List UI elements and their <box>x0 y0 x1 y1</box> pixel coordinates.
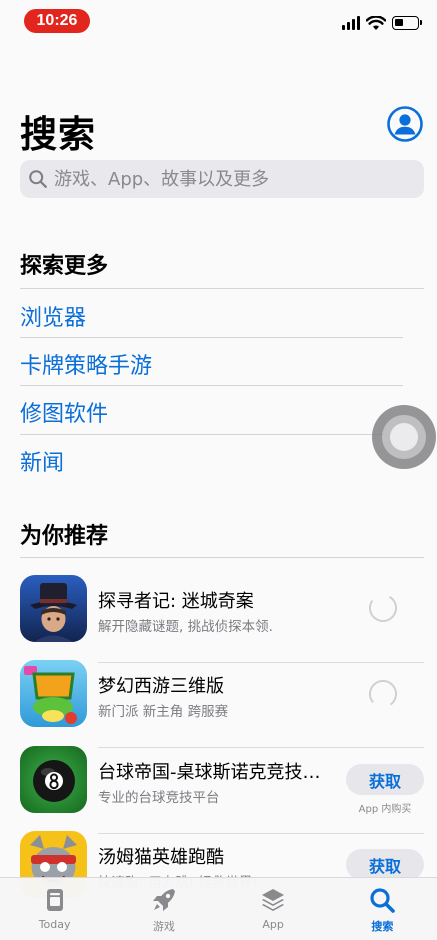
app-row-detective[interactable]: 探寻者记: 迷城奇案 解开隐藏谜题, 挑战侦探本领. <box>20 575 424 663</box>
tab-games[interactable]: 游戏 <box>109 878 218 940</box>
recommended-divider <box>20 557 424 558</box>
app-name: 台球帝国-桌球斯诺克竞技… <box>98 762 321 783</box>
battery-icon <box>392 16 422 30</box>
tab-bar: Today 游戏 App 搜索 <box>0 877 437 940</box>
page-title: 搜索 <box>20 113 96 156</box>
app-subtitle: 专业的台球竞技平台 <box>98 790 220 806</box>
explore-item-divider <box>20 434 403 435</box>
app-subtitle: 解开隐藏谜题, 挑战侦探本领. <box>98 619 273 635</box>
explore-item-browser[interactable]: 浏览器 <box>20 300 86 332</box>
search-bar[interactable] <box>20 160 424 198</box>
today-icon <box>46 889 63 911</box>
explore-item-photo-editor[interactable]: 修图软件 <box>20 396 108 428</box>
get-button[interactable]: 获取 <box>346 849 424 880</box>
app-name: 探寻者记: 迷城奇案 <box>98 591 254 612</box>
search-icon <box>29 170 47 188</box>
assistive-touch-button[interactable] <box>372 405 436 469</box>
app-name: 梦幻西游三维版 <box>98 676 224 697</box>
status-icons <box>342 12 422 34</box>
status-time[interactable]: 10:26 <box>24 9 90 33</box>
tab-apps[interactable]: App <box>219 878 328 940</box>
in-app-purchase-note: App 内购买 <box>358 804 412 815</box>
tab-label: Today <box>38 918 71 931</box>
app-icon-detective[interactable] <box>20 575 87 642</box>
app-row-billiards[interactable]: 台球帝国-桌球斯诺克竞技… 专业的台球竞技平台 获取 App 内购买 <box>20 746 424 834</box>
tab-label: 搜索 <box>371 920 394 933</box>
explore-divider <box>20 288 424 289</box>
tab-label: 游戏 <box>152 920 175 933</box>
status-bar: 10:26 <box>0 0 437 44</box>
rocket-icon <box>152 889 175 911</box>
get-button[interactable]: 获取 <box>346 764 424 795</box>
explore-section-title: 探索更多 <box>20 254 109 279</box>
app-subtitle: 新门派 新主角 跨服赛 <box>98 704 229 720</box>
app-stack-icon <box>262 889 285 911</box>
app-name: 汤姆猫英雄跑酷 <box>98 847 224 868</box>
recommended-section-title: 为你推荐 <box>20 524 109 549</box>
explore-item-divider <box>20 337 403 338</box>
app-icon-billiards[interactable] <box>20 746 87 813</box>
explore-item-news[interactable]: 新闻 <box>20 445 64 477</box>
app-row-fantasy-westward[interactable]: 梦幻西游三维版 新门派 新主角 跨服赛 <box>20 660 424 748</box>
explore-item-divider <box>20 385 403 386</box>
loading-spinner-icon <box>369 680 397 708</box>
account-icon[interactable] <box>387 106 423 142</box>
cellular-signal-icon <box>342 16 360 30</box>
tab-today[interactable]: Today <box>0 878 109 940</box>
search-input[interactable] <box>54 168 404 190</box>
loading-spinner-icon <box>369 594 397 622</box>
search-icon <box>370 888 396 913</box>
wifi-icon <box>366 15 386 30</box>
app-icon-fantasy-westward[interactable] <box>20 660 87 727</box>
tab-search[interactable]: 搜索 <box>328 878 437 940</box>
tab-label: App <box>262 918 284 931</box>
app-store-search-screen: 10:26 搜索 探索更多 浏览器 卡牌 <box>0 0 437 940</box>
explore-item-card-strategy[interactable]: 卡牌策略手游 <box>20 348 152 380</box>
